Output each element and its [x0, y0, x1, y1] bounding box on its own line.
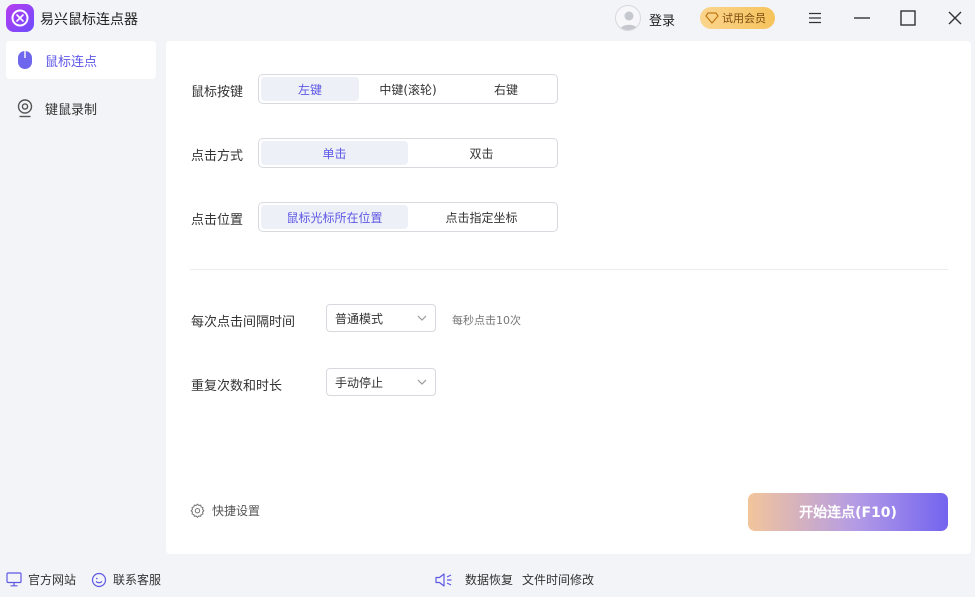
option-left-button[interactable]: 左键 — [261, 77, 359, 101]
repeat-label: 重复次数和时长 — [191, 379, 283, 394]
user-avatar-icon[interactable] — [615, 5, 641, 31]
start-click-button[interactable]: 开始连点(F10) — [748, 493, 948, 531]
repeat-value: 手动停止 — [335, 375, 384, 390]
contact-support-label: 联系客服 — [113, 573, 162, 587]
interval-select[interactable]: 普通模式 — [326, 304, 436, 332]
main-panel: 鼠标按键 左键 中键(滚轮) 右键 点击方式 单击 双击 点击位置 鼠标光标所在… — [166, 41, 971, 554]
menu-icon[interactable] — [800, 3, 830, 33]
record-icon — [14, 97, 36, 119]
chevron-down-icon — [417, 379, 427, 385]
data-recovery-link[interactable]: 数据恢复 — [435, 571, 513, 588]
interval-hint: 每秒点击10次 — [452, 314, 521, 327]
app-title: 易兴鼠标连点器 — [40, 12, 138, 28]
close-icon[interactable] — [940, 3, 970, 33]
file-time-modify-label: 文件时间修改 — [522, 573, 595, 587]
option-middle-button[interactable]: 中键(滚轮) — [359, 77, 457, 101]
option-specified-coordinates[interactable]: 点击指定坐标 — [408, 205, 555, 229]
interval-label: 每次点击间隔时间 — [191, 315, 296, 330]
mouse-button-label: 鼠标按键 — [191, 85, 244, 100]
option-single-click[interactable]: 单击 — [261, 141, 408, 165]
interval-value: 普通模式 — [335, 311, 384, 326]
gear-icon — [190, 503, 205, 518]
option-right-button[interactable]: 右键 — [457, 77, 555, 101]
minimize-icon[interactable] — [847, 3, 877, 33]
sidebar-item-label: 键鼠录制 — [45, 102, 98, 118]
click-position-label: 点击位置 — [191, 213, 244, 228]
option-cursor-position[interactable]: 鼠标光标所在位置 — [261, 205, 408, 229]
sidebar-item-record[interactable]: 键鼠录制 — [6, 89, 156, 127]
mouse-icon — [14, 49, 36, 71]
shortcut-settings-link[interactable]: 快捷设置 — [190, 502, 260, 519]
mouse-button-segmented: 左键 中键(滚轮) 右键 — [258, 74, 558, 104]
login-link[interactable]: 登录 — [649, 10, 675, 29]
headset-icon — [91, 572, 107, 588]
title-bar: 易兴鼠标连点器 登录 试用会员 — [0, 0, 975, 36]
click-position-segmented: 鼠标光标所在位置 点击指定坐标 — [258, 202, 558, 232]
click-mode-label: 点击方式 — [191, 149, 244, 164]
data-recovery-label: 数据恢复 — [465, 573, 514, 587]
shortcut-settings-label: 快捷设置 — [212, 504, 261, 518]
option-double-click[interactable]: 双击 — [408, 141, 555, 165]
official-website-link[interactable]: 官方网站 — [6, 571, 76, 588]
diamond-icon — [705, 12, 719, 24]
maximize-icon[interactable] — [893, 3, 923, 33]
monitor-icon — [6, 572, 22, 587]
vip-label: 试用会员 — [722, 12, 766, 25]
speaker-icon — [435, 572, 453, 588]
repeat-select[interactable]: 手动停止 — [326, 368, 436, 396]
file-time-modify-link[interactable]: 文件时间修改 — [522, 571, 594, 588]
chevron-down-icon — [417, 315, 427, 321]
sidebar-item-mouse-click[interactable]: 鼠标连点 — [6, 41, 156, 79]
contact-support-link[interactable]: 联系客服 — [91, 571, 161, 588]
divider — [190, 269, 948, 270]
app-logo-icon — [6, 4, 34, 32]
click-mode-segmented: 单击 双击 — [258, 138, 558, 168]
official-website-label: 官方网站 — [28, 573, 77, 587]
sidebar-item-label: 鼠标连点 — [45, 54, 98, 70]
vip-badge[interactable]: 试用会员 — [700, 7, 775, 29]
